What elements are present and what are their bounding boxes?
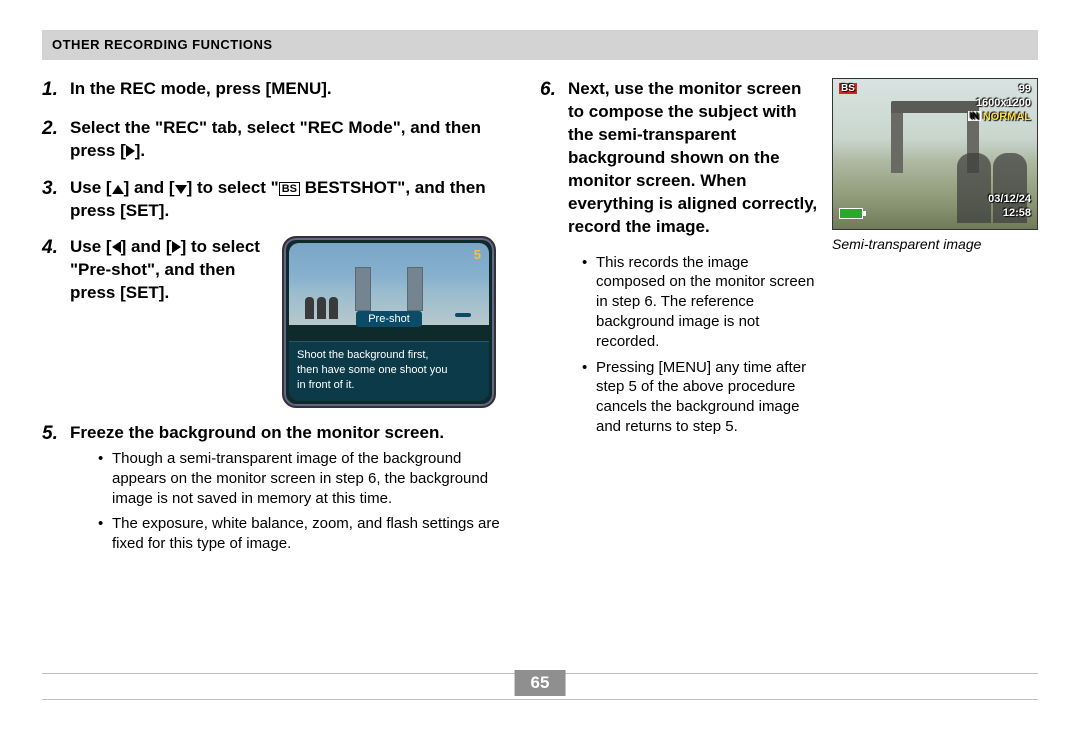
step-notes: Though a semi-transparent image of the b…: [70, 449, 516, 554]
osd-quality: NORMAL: [983, 111, 1031, 123]
preview-screen-illustration: BS 99 1600x1200 IN NORMAL 03/12/24 12:58: [832, 78, 1038, 230]
figure-caption: Semi-transparent image: [832, 236, 1038, 252]
step-number: 5.: [42, 422, 70, 560]
left-column: 1. In the REC mode, press [MENU]. 2. Sel…: [42, 78, 516, 574]
step-number: 1.: [42, 78, 70, 103]
bestshot-icon: BS: [279, 182, 300, 196]
osd-remaining-shots: 99: [1019, 83, 1031, 95]
step-5: 5. Freeze the background on the monitor …: [42, 422, 516, 560]
right-arrow-icon: [172, 241, 181, 253]
right-column: 6. Next, use the monitor screen to compo…: [540, 78, 1038, 574]
step-2: 2. Select the "REC" tab, select "REC Mod…: [42, 117, 516, 163]
osd-date: 03/12/24: [988, 193, 1031, 205]
battery-icon: [839, 208, 863, 219]
osd-bestshot-icon: BS: [839, 83, 857, 94]
step-heading: Freeze the background on the monitor scr…: [70, 422, 516, 445]
left-arrow-icon: [112, 241, 121, 253]
osd-time: 12:58: [1003, 207, 1031, 219]
note: Though a semi-transparent image of the b…: [98, 449, 516, 508]
note: The exposure, white balance, zoom, and f…: [98, 514, 516, 554]
content-columns: 1. In the REC mode, press [MENU]. 2. Sel…: [42, 78, 1038, 574]
manual-page: OTHER RECORDING FUNCTIONS 1. In the REC …: [0, 0, 1080, 730]
step-4: 4. Use [] and [] to select "Pre-shot", a…: [42, 236, 516, 408]
scene-description: Shoot the background first, then have so…: [289, 341, 489, 401]
step-number: 4.: [42, 236, 70, 408]
scene-number: 5: [474, 247, 481, 262]
step-number: 6.: [540, 78, 568, 239]
page-number-badge: 65: [515, 670, 566, 696]
people-illustration: [305, 297, 338, 319]
step-notes: This records the image composed on the m…: [540, 253, 818, 437]
figure-semi-transparent: BS 99 1600x1200 IN NORMAL 03/12/24 12:58…: [832, 78, 1038, 574]
right-arrow-icon: [126, 145, 135, 157]
note: This records the image composed on the m…: [582, 253, 818, 352]
step-3: 3. Use [] and [] to select "BS BESTSHOT"…: [42, 177, 516, 223]
step-number: 2.: [42, 117, 70, 163]
section-title: OTHER RECORDING FUNCTIONS: [52, 37, 273, 52]
step-heading: In the REC mode, press [MENU].: [70, 78, 516, 101]
step-heading: Next, use the monitor screen to compose …: [568, 78, 818, 239]
step-heading: Use [] and [] to select "Pre-shot", and …: [70, 236, 270, 305]
osd-memory-icon: IN: [968, 111, 981, 121]
step-heading: Use [] and [] to select "BS BESTSHOT", a…: [70, 177, 516, 223]
step-1: 1. In the REC mode, press [MENU].: [42, 78, 516, 103]
preshot-screen-illustration: 5 Pre-shot Shoot the background first,: [282, 236, 496, 408]
footer-divider: [42, 699, 1038, 700]
step-number: 3.: [42, 177, 70, 223]
person-illustration: [957, 153, 991, 223]
down-arrow-icon: [175, 185, 187, 194]
up-arrow-icon: [112, 185, 124, 194]
osd-resolution: 1600x1200: [976, 97, 1031, 109]
step-heading: Select the "REC" tab, select "REC Mode",…: [70, 117, 516, 163]
scene-label: Pre-shot: [356, 311, 422, 327]
step-6: 6. Next, use the monitor screen to compo…: [540, 78, 818, 239]
note: Pressing [MENU] any time after step 5 of…: [582, 358, 818, 437]
section-header: OTHER RECORDING FUNCTIONS: [42, 30, 1038, 60]
